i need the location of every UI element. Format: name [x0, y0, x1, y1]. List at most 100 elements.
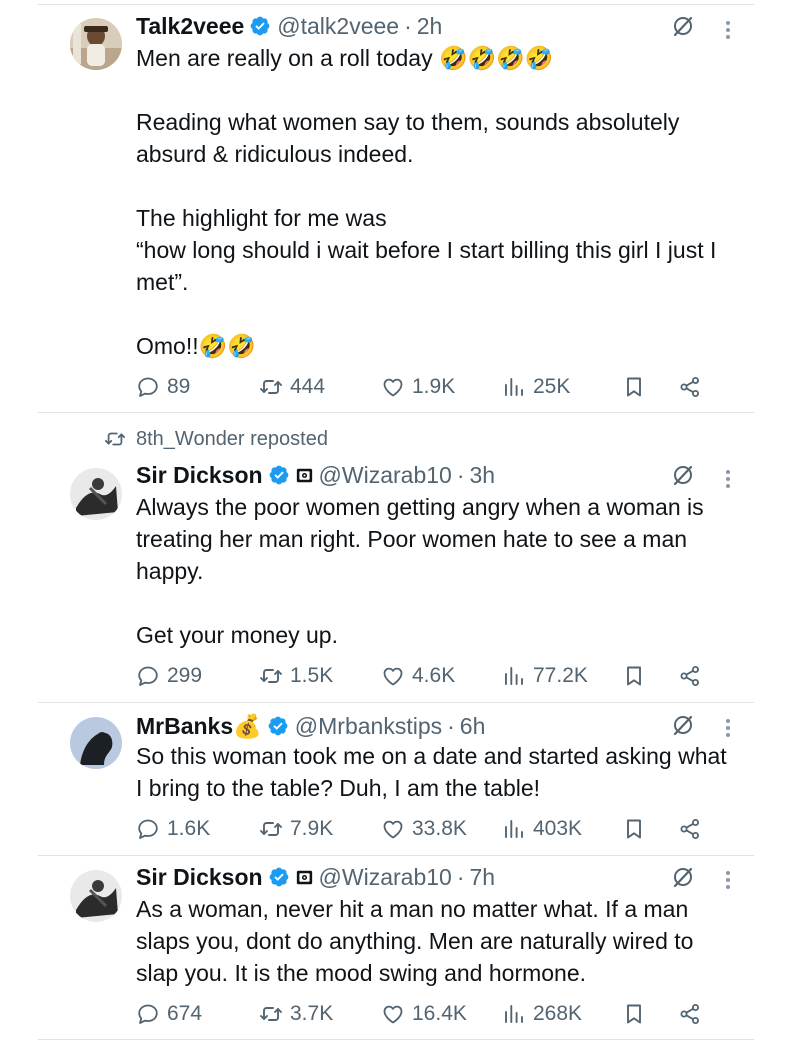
bookmark-button[interactable]	[622, 373, 646, 401]
tweet-text: As a woman, never hit a man no matter wh…	[136, 896, 694, 986]
tweet-actions: 299 1.5K 4.6K 77.2K	[136, 662, 706, 690]
bookmark-icon	[622, 375, 646, 399]
like-count: 1.9K	[412, 375, 456, 398]
repost-icon	[259, 664, 283, 688]
bookmark-icon	[622, 817, 646, 841]
reply-button[interactable]: 1.6K	[136, 815, 210, 843]
author-handle[interactable]: @Wizarab10	[319, 862, 452, 892]
reply-icon	[136, 664, 160, 688]
tweet-time[interactable]: 2h	[417, 11, 443, 41]
views-count: 268K	[533, 1002, 583, 1025]
repost-banner-text: 8th_Wonder reposted	[136, 427, 328, 450]
author-name[interactable]: Sir Dickson	[136, 460, 263, 490]
reply-button[interactable]: 674	[136, 1000, 202, 1028]
bookmark-button[interactable]	[622, 1000, 646, 1028]
repost-count: 1.5K	[290, 664, 334, 687]
tweet-divider	[38, 702, 754, 703]
like-button[interactable]: 33.8K	[381, 815, 467, 843]
repost-button[interactable]: 1.5K	[259, 662, 333, 690]
tweet-header: MrBanks💰 @Mrbankstips · 6h	[136, 711, 485, 741]
like-count: 16.4K	[412, 1002, 467, 1025]
tweet-text: Always the poor women getting angry when…	[136, 494, 704, 648]
views-icon	[502, 817, 526, 841]
grok-icon[interactable]	[671, 865, 695, 889]
avatar-sir-dickson[interactable]	[70, 468, 122, 520]
share-button[interactable]	[678, 373, 702, 401]
views-button[interactable]: 77.2K	[502, 662, 588, 690]
like-button[interactable]: 4.6K	[381, 662, 455, 690]
avatar-mrbanks[interactable]	[70, 717, 122, 769]
author-handle[interactable]: @talk2veee	[277, 11, 399, 41]
more-options-icon[interactable]	[720, 18, 736, 42]
tweet-divider	[38, 855, 754, 856]
avatar-talk2veee[interactable]	[70, 18, 122, 70]
separator-dot: ·	[447, 713, 455, 739]
like-button[interactable]: 1.9K	[381, 373, 455, 401]
tweet-actions: 1.6K 7.9K 33.8K 403K	[136, 815, 706, 843]
reply-button[interactable]: 89	[136, 373, 190, 401]
views-icon	[502, 664, 526, 688]
views-button[interactable]: 25K	[502, 373, 570, 401]
affiliate-badge-icon	[296, 869, 313, 886]
views-count: 25K	[533, 375, 571, 398]
tweet-time[interactable]: 3h	[470, 460, 496, 490]
more-options-icon[interactable]	[720, 868, 736, 892]
repost-icon	[104, 428, 126, 450]
bookmark-button[interactable]	[622, 662, 646, 690]
repost-button[interactable]: 444	[259, 373, 325, 401]
grok-icon[interactable]	[671, 463, 695, 487]
reply-count: 674	[167, 1002, 203, 1025]
repost-banner[interactable]: 8th_Wonder reposted	[104, 426, 328, 452]
reply-count: 299	[167, 664, 203, 687]
views-count: 403K	[533, 817, 583, 840]
share-icon	[678, 1002, 702, 1026]
separator-dot: ·	[404, 13, 412, 39]
avatar-sir-dickson[interactable]	[70, 870, 122, 922]
tweet-header: Sir Dickson @Wizarab10 · 7h	[136, 862, 495, 892]
grok-icon[interactable]	[671, 713, 695, 737]
grok-icon[interactable]	[671, 14, 695, 38]
repost-count: 444	[290, 375, 326, 398]
bookmark-icon	[622, 1002, 646, 1026]
repost-button[interactable]: 7.9K	[259, 815, 333, 843]
tweet-time[interactable]: 7h	[470, 862, 496, 892]
author-name[interactable]: Sir Dickson	[136, 862, 263, 892]
repost-count: 7.9K	[290, 817, 334, 840]
views-button[interactable]: 268K	[502, 1000, 582, 1028]
repost-icon	[259, 1002, 283, 1026]
top-divider	[38, 4, 754, 5]
author-handle[interactable]: @Wizarab10	[319, 460, 452, 490]
tweet-text: Men are really on a roll today 🤣🤣🤣🤣 Read…	[136, 45, 717, 359]
bookmark-button[interactable]	[622, 815, 646, 843]
tweet-header: Sir Dickson @Wizarab10 · 3h	[136, 460, 495, 490]
reply-icon	[136, 817, 160, 841]
reply-icon	[136, 375, 160, 399]
verified-badge-icon	[268, 866, 290, 888]
tweet-time[interactable]: 6h	[460, 711, 486, 741]
author-handle[interactable]: @Mrbankstips	[295, 711, 442, 741]
author-name[interactable]: MrBanks💰	[136, 711, 262, 741]
share-icon	[678, 817, 702, 841]
tweet-actions: 89 444 1.9K 25K	[136, 373, 706, 401]
heart-icon	[381, 817, 405, 841]
share-button[interactable]	[678, 662, 702, 690]
reply-button[interactable]: 299	[136, 662, 202, 690]
more-options-icon[interactable]	[720, 716, 736, 740]
views-icon	[502, 1002, 526, 1026]
share-button[interactable]	[678, 815, 702, 843]
like-button[interactable]: 16.4K	[381, 1000, 467, 1028]
tweet-header: Talk2veee @talk2veee · 2h	[136, 11, 442, 41]
repost-button[interactable]: 3.7K	[259, 1000, 333, 1028]
tweet-divider	[38, 412, 754, 413]
more-options-icon[interactable]	[720, 467, 736, 491]
views-icon	[502, 375, 526, 399]
heart-icon	[381, 1002, 405, 1026]
views-button[interactable]: 403K	[502, 815, 582, 843]
separator-dot: ·	[456, 462, 465, 488]
author-name[interactable]: Talk2veee	[136, 11, 244, 41]
share-button[interactable]	[678, 1000, 702, 1028]
repost-icon	[259, 375, 283, 399]
verified-badge-icon	[249, 15, 271, 37]
heart-icon	[381, 664, 405, 688]
heart-icon	[381, 375, 405, 399]
